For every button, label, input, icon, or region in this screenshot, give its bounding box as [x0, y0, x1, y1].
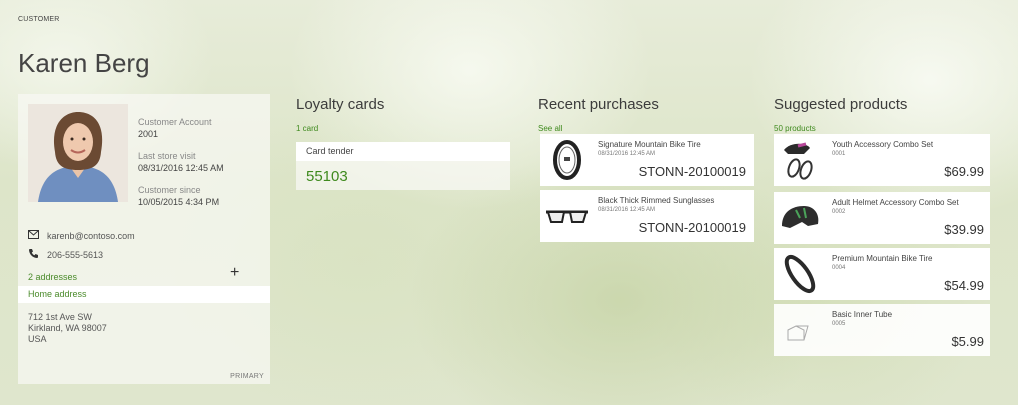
purchase-date: 08/31/2016 12:45 AM [598, 151, 656, 157]
product-code: 0004 [832, 265, 846, 271]
purchase-item[interactable]: Black Thick Rimmed Sunglasses 08/31/2016… [540, 190, 754, 242]
page-title: Karen Berg [18, 48, 150, 78]
purchase-order-id: STONN-20100019 [638, 220, 746, 235]
mail-icon [28, 230, 39, 241]
mountain-tire-image [778, 252, 822, 296]
product-item[interactable]: Basic Inner Tube 0005 $5.99 [774, 304, 990, 356]
combo-set-image [778, 138, 822, 182]
phone-icon [28, 248, 39, 261]
card-tender-label: Card tender [296, 142, 510, 161]
loyalty-card[interactable]: Card tender 55103 [296, 142, 510, 190]
recent-purchases-title: Recent purchases [538, 96, 659, 113]
primary-badge: PRIMARY [230, 373, 264, 380]
customer-card: Customer Account 2001 Last store visit 0… [18, 94, 270, 384]
address-line-1: 712 1st Ave SW [28, 312, 92, 322]
product-code: 0001 [832, 151, 846, 157]
purchase-item[interactable]: Signature Mountain Bike Tire 08/31/2016 … [540, 134, 754, 186]
product-item[interactable]: Premium Mountain Bike Tire 0004 $54.99 [774, 248, 990, 300]
product-name: Adult Helmet Accessory Combo Set [832, 198, 959, 207]
product-price: $5.99 [951, 334, 984, 349]
suggested-products-title: Suggested products [774, 96, 908, 113]
customer-photo [28, 104, 128, 202]
add-address-button[interactable]: + [230, 264, 239, 282]
loyalty-count-link[interactable]: 1 card [296, 124, 318, 133]
product-name: Basic Inner Tube [832, 310, 893, 319]
sunglasses-image [544, 196, 590, 236]
customer-since-label: Customer since [138, 185, 201, 195]
customer-since-value: 10/05/2015 4:34 PM [138, 197, 220, 207]
purchase-date: 08/31/2016 12:45 AM [598, 207, 656, 213]
product-name: Youth Accessory Combo Set [832, 140, 934, 149]
breadcrumb: CUSTOMER [18, 16, 60, 23]
email-row[interactable]: karenb@contoso.com [28, 230, 135, 241]
email-text: karenb@contoso.com [47, 230, 135, 241]
address-line-2: Kirkland, WA 98007 [28, 323, 107, 333]
phone-text: 206-555-5613 [47, 249, 104, 260]
customer-details-page: CUSTOMER Karen Berg Customer Account 200… [8, 8, 1006, 396]
address-line-3: USA [28, 334, 47, 344]
product-item[interactable]: Adult Helmet Accessory Combo Set 0002 $3… [774, 192, 990, 244]
account-value: 2001 [138, 129, 159, 139]
product-price: $54.99 [944, 278, 984, 293]
product-code: 0002 [832, 209, 846, 215]
address-name[interactable]: Home address [18, 286, 270, 303]
product-name: Premium Mountain Bike Tire [832, 254, 933, 263]
loyalty-card-number: 55103 [306, 168, 348, 185]
account-label: Customer Account [138, 117, 212, 127]
helmet-image [778, 196, 822, 240]
see-all-link[interactable]: See all [538, 124, 562, 133]
purchase-name: Black Thick Rimmed Sunglasses [598, 196, 715, 205]
product-price: $39.99 [944, 222, 984, 237]
loyalty-title: Loyalty cards [296, 96, 385, 113]
product-code: 0005 [832, 321, 846, 327]
product-price: $69.99 [944, 164, 984, 179]
address-block: 712 1st Ave SW Kirkland, WA 98007 USA [28, 312, 107, 345]
last-visit-label: Last store visit [138, 151, 196, 161]
product-placeholder-icon [778, 308, 822, 352]
customer-info: Customer Account 2001 Last store visit 0… [138, 116, 224, 218]
address-count-link[interactable]: 2 addresses [28, 272, 77, 282]
last-visit-value: 08/31/2016 12:45 AM [138, 163, 224, 173]
phone-row[interactable]: 206-555-5613 [28, 248, 103, 261]
products-count-link[interactable]: 50 products [774, 124, 816, 133]
product-item[interactable]: Youth Accessory Combo Set 0001 $69.99 [774, 134, 990, 186]
purchase-name: Signature Mountain Bike Tire [598, 140, 701, 149]
bike-tire-image [544, 140, 590, 180]
purchase-order-id: STONN-20100019 [638, 164, 746, 179]
